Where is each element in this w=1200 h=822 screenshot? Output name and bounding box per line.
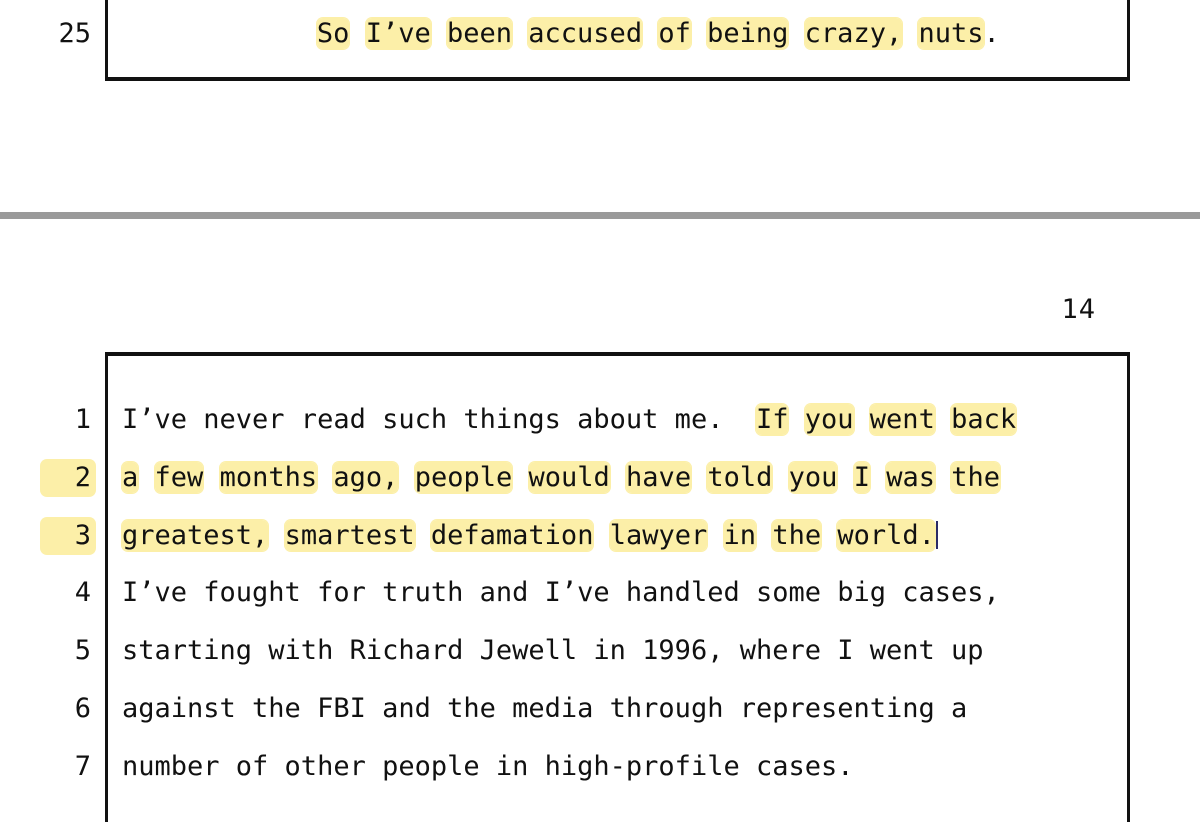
- highlighted-text: nuts: [918, 18, 984, 49]
- plain-text: [772, 462, 788, 493]
- page14-line-text-5[interactable]: starting with Richard Jewell in 1996, wh…: [122, 633, 984, 669]
- highlighted-text: told: [707, 461, 773, 493]
- text-cursor: [935, 520, 938, 549]
- transcript-line-row: 6 against the FBI and the media through r…: [0, 689, 1200, 729]
- plain-text: [268, 520, 284, 551]
- plain-text: I’ve never read such things about me.: [122, 404, 756, 435]
- plain-text: I’ve fought for truth and I’ve handled s…: [122, 577, 1000, 609]
- plain-text: starting with Richard Jewell in 1996, wh…: [122, 635, 984, 667]
- page13-line-number-25: 25: [58, 18, 91, 49]
- transcript-line-row: 2a few months ago, people would have tol…: [0, 458, 1200, 498]
- highlighted-text: world.: [837, 519, 935, 551]
- highlighted-text: I’ve: [365, 18, 431, 49]
- transcript-line-row: 25 So I’ve been accused of being crazy, n…: [0, 14, 1200, 54]
- highlighted-text: So: [316, 18, 350, 49]
- plain-text: [138, 462, 154, 493]
- highlighted-text: months: [219, 461, 318, 493]
- transcript-line-row: 5 starting with Richard Jewell in 1996, w…: [0, 631, 1200, 671]
- page14-line-number-1: 1: [74, 404, 91, 435]
- transcript-line-row: 7 number of other people in high-profile …: [0, 747, 1200, 787]
- page14-line-number-6: 6: [74, 693, 91, 724]
- highlighted-text: If: [755, 404, 789, 435]
- plain-text: [349, 18, 365, 49]
- highlighted-text: the: [951, 461, 1001, 493]
- plain-text: [837, 462, 853, 493]
- highlighted-text: ago,: [333, 461, 399, 493]
- document-canvas: 25 So I’ve been accused of being crazy, n…: [0, 0, 1200, 822]
- page14-line-number-3: 3: [40, 516, 96, 555]
- highlighted-text: you: [788, 461, 838, 493]
- plain-text: [788, 404, 804, 435]
- plain-text: [756, 520, 772, 551]
- plain-text: .: [983, 18, 1000, 49]
- page-separator: [0, 212, 1200, 219]
- plain-text: [415, 520, 431, 551]
- plain-text: [788, 18, 804, 49]
- page13-line-text-25[interactable]: So I’ve been accused of being crazy, nut…: [316, 16, 1000, 52]
- highlighted-text: defamation: [430, 519, 594, 551]
- page14-line-text-1[interactable]: I’ve never read such things about me. If…: [122, 402, 1017, 438]
- page-number: 14: [1061, 294, 1096, 325]
- plain-text: [691, 18, 707, 49]
- highlighted-text: back: [951, 404, 1017, 435]
- plain-text: [431, 18, 447, 49]
- highlighted-text: in: [723, 519, 757, 551]
- plain-text: [512, 18, 528, 49]
- page14-line-number-2: 2: [40, 458, 96, 497]
- highlighted-text: greatest,: [122, 519, 269, 551]
- highlighted-text: I: [853, 461, 870, 493]
- highlighted-text: a: [122, 461, 139, 493]
- plain-text: [512, 462, 528, 493]
- highlighted-text: the: [772, 519, 822, 551]
- plain-text: [691, 462, 707, 493]
- plain-text: [398, 462, 414, 493]
- page14-line-text-2[interactable]: a few months ago, people would have told…: [122, 460, 1001, 496]
- page14-line-text-4[interactable]: I’ve fought for truth and I’ve handled s…: [122, 575, 1000, 611]
- plain-text: [935, 404, 951, 435]
- highlighted-text: have: [626, 461, 692, 493]
- page14-line-number-5: 5: [74, 635, 91, 667]
- plain-text: [642, 18, 658, 49]
- plain-text: [821, 520, 837, 551]
- transcript-line-row: 3 greatest, smartest defamation lawyer in…: [0, 516, 1200, 556]
- page14-line-text-6[interactable]: against the FBI and the media through re…: [122, 691, 967, 727]
- plain-text: number of other people in high-profile c…: [122, 750, 854, 782]
- plain-text: [870, 462, 886, 493]
- highlighted-text: accused: [528, 18, 643, 49]
- highlighted-text: being: [707, 18, 789, 49]
- transcript-line-row: 4 I’ve fought for truth and I’ve handled …: [0, 573, 1200, 613]
- highlighted-text: smartest: [284, 519, 415, 551]
- plain-text: [317, 462, 333, 493]
- highlighted-text: was: [886, 461, 935, 493]
- highlighted-text: lawyer: [609, 519, 708, 551]
- highlighted-text: went: [869, 404, 935, 435]
- plain-text: [203, 462, 219, 493]
- plain-text: against the FBI and the media through re…: [122, 693, 968, 724]
- plain-text: [935, 462, 951, 493]
- highlighted-text: of: [658, 18, 691, 49]
- page14-line-text-3[interactable]: greatest, smartest defamation lawyer in …: [122, 518, 938, 554]
- transcript-line-row: 1 I’ve never read such things about me. I…: [0, 400, 1200, 440]
- plain-text: [593, 520, 609, 551]
- highlighted-text: few: [154, 461, 204, 493]
- highlighted-text: crazy,: [804, 18, 903, 49]
- highlighted-text: you: [804, 404, 854, 435]
- page14-line-text-7[interactable]: number of other people in high-profile c…: [122, 749, 854, 785]
- plain-text: [902, 18, 918, 49]
- page14-line-number-7: 7: [74, 750, 91, 782]
- page14-line-number-4: 4: [74, 577, 91, 609]
- plain-text: [610, 462, 626, 493]
- plain-text: [854, 404, 870, 435]
- highlighted-text: would: [528, 461, 610, 493]
- plain-text: [707, 520, 723, 551]
- highlighted-text: been: [446, 18, 513, 49]
- highlighted-text: people: [414, 461, 513, 493]
